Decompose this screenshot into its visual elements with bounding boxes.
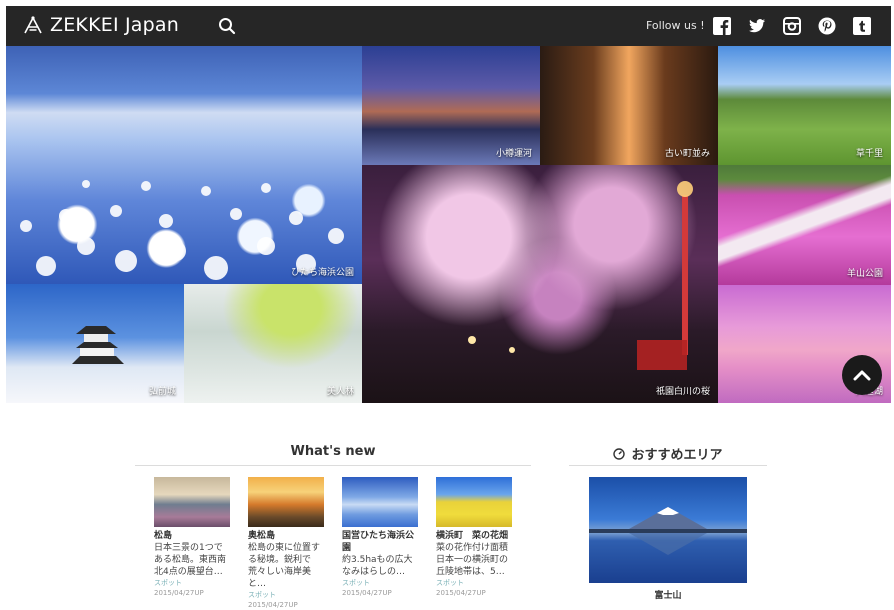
recommend-title: おすすめエリア xyxy=(569,444,767,463)
whats-new-title: What's new xyxy=(290,444,376,459)
photo-tile-otaru[interactable]: 小樽運河 xyxy=(362,46,540,165)
tile-caption: ひたち海浜公園 xyxy=(290,268,354,278)
recommend-title-text: おすすめエリア xyxy=(631,448,723,463)
mount-fuji-image xyxy=(589,507,747,555)
divider xyxy=(569,465,767,466)
news-category: スポット xyxy=(248,591,276,599)
news-category: スポット xyxy=(154,579,182,587)
news-category: スポット xyxy=(342,579,370,587)
news-description: 約3.5haもの広大なみはらしの… xyxy=(342,555,413,577)
photo-tile-old-street[interactable]: 古い町並み xyxy=(540,46,718,165)
logo-text: ZEKKEI Japan xyxy=(50,14,179,36)
news-category: スポット xyxy=(436,579,464,587)
twitter-icon[interactable] xyxy=(747,16,767,36)
photo-tile-hirosaki[interactable]: 弘前城 xyxy=(6,284,184,403)
tile-caption: 祇園白川の桜 xyxy=(655,387,710,397)
news-card[interactable]: 国営ひたち海浜公園 約3.5haもの広大なみはらしの… スポット 2015/04… xyxy=(342,477,418,598)
photo-tile-nemo[interactable]: ひたち海浜公園 xyxy=(6,46,362,284)
search-icon[interactable] xyxy=(218,17,236,35)
tumblr-icon[interactable] xyxy=(852,16,872,36)
tile-caption: 羊山公園 xyxy=(846,269,883,279)
news-date: 2015/04/27UP xyxy=(436,589,486,597)
news-description: 菜の花作付け面積日本一の横浜町の丘陵地帯は、5… xyxy=(436,543,509,577)
news-title: 国営ひたち海浜公園 xyxy=(342,531,415,553)
tile-caption: 古い町並み xyxy=(664,149,710,159)
news-thumbnail xyxy=(342,477,418,527)
news-card[interactable]: 松島 日本三景の1つである松島。東西南北4点の展望台… スポット 2015/04… xyxy=(154,477,230,598)
recommend-caption: 富士山 xyxy=(654,591,682,601)
news-date: 2015/04/27UP xyxy=(154,589,204,597)
gion-lantern-image xyxy=(468,181,693,370)
divider xyxy=(135,465,531,466)
photo-tile-kusasenri[interactable]: 草千里 xyxy=(718,46,891,165)
news-thumbnail xyxy=(436,477,512,527)
photo-tile-bijinbayashi[interactable]: 美人林 xyxy=(184,284,362,403)
news-thumbnail xyxy=(154,477,230,527)
news-date: 2015/04/27UP xyxy=(342,589,392,597)
photo-tile-gion[interactable]: 祇園白川の桜 xyxy=(362,165,718,403)
logo-mark-icon xyxy=(24,16,42,34)
tile-caption: 美人林 xyxy=(326,387,354,397)
news-description: 日本三景の1つである松島。東西南北4点の展望台… xyxy=(154,543,227,577)
chevron-up-icon xyxy=(853,370,871,381)
recommend-image[interactable] xyxy=(589,477,747,583)
news-title: 松島 xyxy=(154,531,173,541)
news-title: 奥松島 xyxy=(248,531,276,541)
site-logo[interactable]: ZEKKEI Japan xyxy=(22,14,179,36)
instagram-icon[interactable] xyxy=(782,16,802,36)
tile-caption: 弘前城 xyxy=(148,387,176,397)
news-title: 横浜町 菜の花畑 xyxy=(436,531,509,541)
news-card[interactable]: 奥松島 松島の東に位置する秘境。鋭利で荒々しい海岸美と… スポット 2015/0… xyxy=(248,477,324,610)
compass-icon xyxy=(613,447,626,460)
tile-caption: 小樽運河 xyxy=(495,149,532,159)
site-header: ZEKKEI Japan Follow us ! xyxy=(6,6,891,46)
news-thumbnail xyxy=(248,477,324,527)
news-card[interactable]: 横浜町 菜の花畑 菜の花作付け面積日本一の横浜町の丘陵地帯は、5… スポット 2… xyxy=(436,477,512,598)
scroll-to-top-button[interactable] xyxy=(842,355,882,395)
pinterest-icon[interactable] xyxy=(817,16,837,36)
news-date: 2015/04/27UP xyxy=(248,601,298,609)
photo-tile-hitsujiyama[interactable]: 羊山公園 xyxy=(718,165,891,285)
nemophila-field-image xyxy=(20,180,344,280)
facebook-icon[interactable] xyxy=(712,16,732,36)
follow-us-label: Follow us ! xyxy=(646,19,705,32)
tile-caption: 草千里 xyxy=(855,149,883,159)
news-description: 松島の東に位置する秘境。鋭利で荒々しい海岸美と… xyxy=(248,543,321,589)
